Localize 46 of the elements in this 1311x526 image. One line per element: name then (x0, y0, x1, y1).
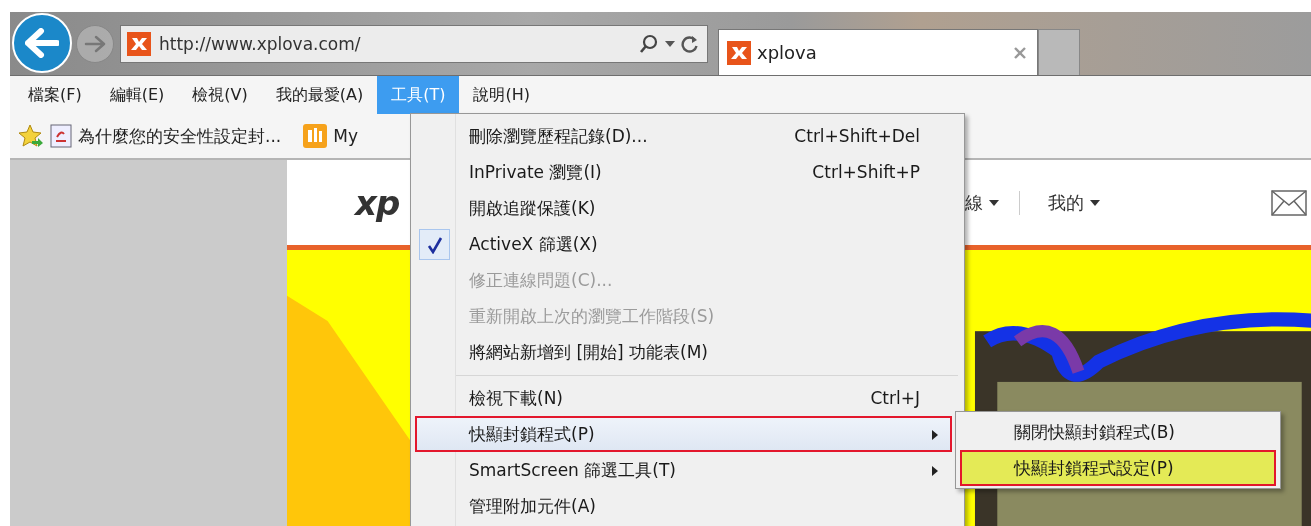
caret-down-icon (989, 199, 999, 206)
menu-bar-item[interactable]: 編輯(E) (95, 76, 179, 114)
favorite-link[interactable]: My (303, 124, 358, 148)
checkmark-icon (426, 235, 443, 254)
x-logo-icon (727, 40, 751, 65)
browser-tab[interactable]: xplova (718, 29, 1038, 75)
address-bar[interactable]: http://www.xplova.com/ (120, 24, 708, 63)
refresh-button[interactable] (681, 33, 699, 54)
keyboard-shortcut: Ctrl+Shift+P (812, 162, 920, 182)
refresh-icon (681, 33, 699, 54)
menu-item[interactable]: 檢視下載(N) Ctrl+J (415, 380, 952, 416)
close-icon (1013, 45, 1027, 60)
arrow-left-icon (25, 28, 59, 58)
menu-item[interactable]: 快顯封鎖程式設定(P) (960, 450, 1276, 486)
favorite-link[interactable]: 為什麼您的安全性設定封... (50, 124, 282, 148)
menu-item[interactable]: 關閉快顯封鎖程式(B) (960, 414, 1276, 450)
menu-item[interactable]: 開啟追蹤保護(K) (415, 190, 952, 226)
caret-down-icon (1090, 199, 1100, 206)
menu-bar-item[interactable]: 說明(H) (459, 76, 544, 114)
app-tile-icon (303, 124, 328, 148)
menu-item[interactable]: SmartScreen 篩選工具(T) (415, 452, 952, 488)
dropdown-button[interactable] (665, 40, 675, 47)
menu-item[interactable]: 刪除瀏覽歷程記錄(D)... Ctrl+Shift+Del (415, 118, 952, 154)
x-logo-icon (127, 31, 151, 56)
site-logo[interactable]: xp (355, 182, 400, 223)
menu-item[interactable]: 將網站新增到 [開始] 功能表(M) (415, 334, 952, 370)
keyboard-shortcut: Ctrl+Shift+Del (794, 126, 920, 146)
keyboard-shortcut: Ctrl+J (870, 388, 920, 408)
menu-item[interactable]: 快顯封鎖程式(P) (415, 416, 952, 452)
menu-bar-item[interactable]: 檢視(V) (178, 76, 262, 114)
document-icon (50, 124, 72, 148)
search-icon (639, 33, 659, 54)
star-icon (18, 124, 44, 148)
arrow-right-icon (84, 33, 106, 54)
menu-bar-item[interactable]: 我的最愛(A) (261, 76, 378, 114)
nav-link[interactable]: 線 (965, 190, 1019, 215)
nav-link[interactable]: 我的 (1019, 190, 1120, 215)
menu-item[interactable]: InPrivate 瀏覽(I) Ctrl+Shift+P (415, 154, 952, 190)
address-field[interactable]: http://www.xplova.com/ (157, 32, 633, 55)
menu-bar-item[interactable]: 檔案(F) (14, 76, 96, 114)
close-tab-button[interactable] (1013, 45, 1027, 60)
menu-item[interactable]: 管理附加元件(A) (415, 488, 952, 524)
menu-item[interactable]: ActiveX 篩選(X) (415, 226, 952, 262)
caret-down-icon (665, 40, 675, 47)
search-button[interactable] (639, 33, 659, 54)
back-button[interactable] (12, 13, 72, 73)
